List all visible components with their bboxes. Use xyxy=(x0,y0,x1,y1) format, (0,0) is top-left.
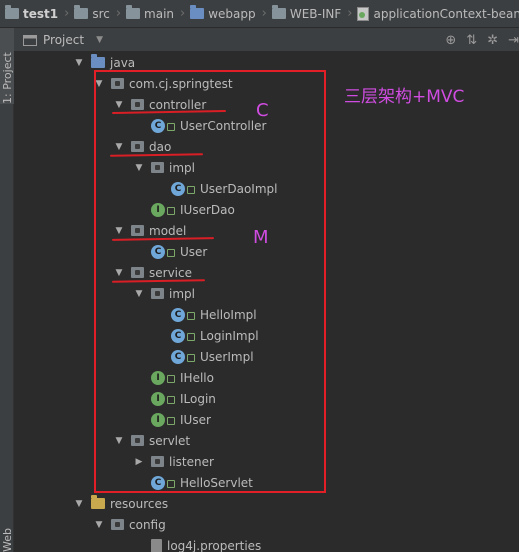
left-tool-stripe xyxy=(0,28,14,552)
xml-file-icon xyxy=(357,6,370,21)
project-panel-header: Project ▼ ⊕ ⇅ ✲ ⇥ xyxy=(14,28,519,52)
breadcrumb-separator: › xyxy=(347,6,353,21)
breadcrumb-item-main[interactable]: main xyxy=(123,0,178,27)
properties-file-icon xyxy=(151,538,162,552)
panel-toolbar: ⊕ ⇅ ✲ ⇥ xyxy=(435,28,519,52)
breadcrumb-item-src[interactable]: src xyxy=(71,0,114,27)
tree-item-config[interactable]: ▼ config xyxy=(93,514,166,535)
web-tool-tab[interactable]: Web xyxy=(0,512,14,552)
breadcrumb-item-test1[interactable]: test1 xyxy=(2,0,62,27)
breadcrumb-item-web-inf[interactable]: WEB-INF xyxy=(269,0,345,27)
breadcrumb-separator: › xyxy=(261,6,267,21)
chevron-down-icon[interactable]: ▼ xyxy=(96,35,103,45)
project-view-selector[interactable]: Project xyxy=(43,33,84,47)
expand-arrow-icon[interactable]: ▼ xyxy=(93,520,105,530)
tree-item-resources[interactable]: ▼ resources xyxy=(73,493,168,514)
folder-icon xyxy=(5,5,19,19)
folder-icon xyxy=(74,5,89,19)
breadcrumb-separator: › xyxy=(180,6,186,21)
expand-arrow-icon[interactable]: ▼ xyxy=(73,58,85,68)
gear-icon[interactable]: ✲ xyxy=(487,33,498,48)
package-icon xyxy=(111,519,124,530)
project-view-icon xyxy=(23,34,37,46)
hide-panel-icon[interactable]: ⇥ xyxy=(508,33,519,48)
folder-icon xyxy=(126,5,141,19)
web-folder-icon xyxy=(190,5,205,19)
breadcrumb: test1 › src › main › webapp › WEB-INF › … xyxy=(0,0,519,28)
scroll-from-source-icon[interactable]: ⊕ xyxy=(445,33,456,48)
breadcrumb-item-webapp[interactable]: webapp xyxy=(187,0,259,27)
project-tool-tab[interactable]: 1: Project xyxy=(0,28,14,104)
resources-folder-icon xyxy=(91,495,105,509)
expand-arrow-icon[interactable]: ▼ xyxy=(73,499,85,509)
controller-annotation: C xyxy=(256,100,269,121)
source-folder-icon xyxy=(91,54,105,68)
breadcrumb-separator: › xyxy=(115,6,122,21)
collapse-all-icon[interactable]: ⇅ xyxy=(466,33,477,48)
architecture-annotation: 三层架构+MVC xyxy=(344,87,465,107)
tree-item-log4j-properties[interactable]: log4j.properties xyxy=(133,535,261,552)
breadcrumb-separator: › xyxy=(64,6,70,21)
folder-icon xyxy=(271,5,286,19)
model-annotation: M xyxy=(253,227,269,248)
breadcrumb-item-applicationcontext-bean[interactable]: applicationContext-bean.xml xyxy=(354,0,519,27)
